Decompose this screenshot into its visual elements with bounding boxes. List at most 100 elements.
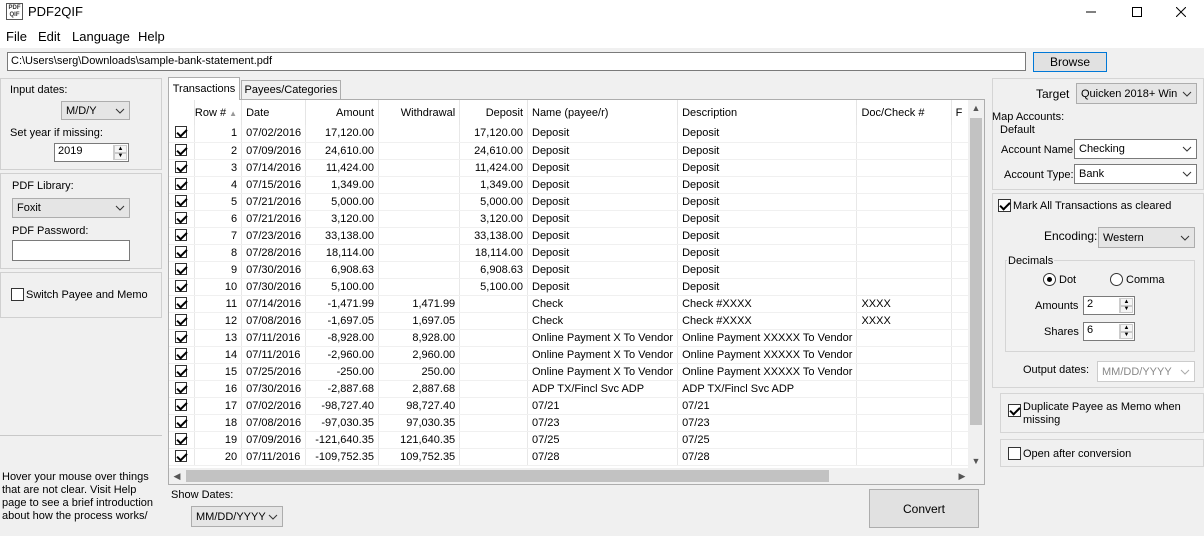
payee-cell[interactable]: Online Payment X To Vendor [527, 363, 679, 381]
payee-cell[interactable]: Deposit [527, 227, 679, 245]
f-cell[interactable] [951, 363, 970, 381]
row-include-checkbox[interactable] [175, 432, 187, 445]
col-row-number[interactable]: Row # ▲ [194, 100, 243, 125]
f-cell[interactable] [951, 295, 970, 313]
description-cell[interactable]: Deposit [677, 261, 858, 279]
amount-cell[interactable]: 17,120.00 [305, 125, 379, 143]
encoding-select[interactable]: Western [1098, 227, 1195, 248]
description-cell[interactable]: Deposit [677, 244, 858, 262]
row-number-cell[interactable]: 13 [194, 329, 243, 347]
withdrawal-cell[interactable] [378, 210, 461, 228]
row-number-cell[interactable]: 15 [194, 363, 243, 381]
description-cell[interactable]: Deposit [677, 125, 858, 143]
row-include-checkbox[interactable] [175, 364, 187, 377]
date-cell[interactable]: 07/30/2016 [241, 380, 307, 398]
amount-cell[interactable]: 33,138.00 [305, 227, 379, 245]
row-number-cell[interactable]: 20 [194, 448, 243, 466]
deposit-cell[interactable] [459, 346, 528, 364]
withdrawal-cell[interactable]: 121,640.35 [378, 431, 461, 449]
doc-check-cell[interactable] [856, 193, 952, 211]
date-cell[interactable]: 07/11/2016 [241, 329, 307, 347]
f-cell[interactable] [951, 142, 970, 160]
deposit-cell[interactable]: 18,114.00 [459, 244, 528, 262]
vertical-scroll-thumb[interactable] [970, 118, 982, 425]
pdf-library-select[interactable]: Foxit [12, 198, 130, 218]
withdrawal-cell[interactable]: 98,727.40 [378, 397, 461, 415]
maximize-button[interactable] [1114, 0, 1160, 24]
payee-cell[interactable]: Online Payment X To Vendor [527, 346, 679, 364]
row-include-checkbox[interactable] [175, 415, 187, 428]
f-cell[interactable] [951, 380, 970, 398]
row-include-checkbox[interactable] [175, 296, 187, 309]
description-cell[interactable]: Deposit [677, 159, 858, 177]
withdrawal-cell[interactable] [378, 142, 461, 160]
deposit-cell[interactable] [459, 295, 528, 313]
date-cell[interactable]: 07/02/2016 [241, 125, 307, 143]
f-cell[interactable] [951, 329, 970, 347]
date-cell[interactable]: 07/21/2016 [241, 210, 307, 228]
row-number-cell[interactable]: 3 [194, 159, 243, 177]
withdrawal-cell[interactable]: 1,697.05 [378, 312, 461, 330]
f-cell[interactable] [951, 312, 970, 330]
description-cell[interactable]: Deposit [677, 210, 858, 228]
withdrawal-cell[interactable] [378, 159, 461, 177]
amount-cell[interactable]: 24,610.00 [305, 142, 379, 160]
amount-cell[interactable]: 6,908.63 [305, 261, 379, 279]
f-cell[interactable] [951, 261, 970, 279]
deposit-cell[interactable]: 11,424.00 [459, 159, 528, 177]
table-row[interactable]: 13 07/11/2016 -8,928.00 8,928.00 Online Paym… [169, 329, 970, 347]
f-cell[interactable] [951, 414, 970, 432]
row-number-cell[interactable]: 12 [194, 312, 243, 330]
withdrawal-cell[interactable]: 97,030.35 [378, 414, 461, 432]
amount-cell[interactable]: -8,928.00 [305, 329, 379, 347]
table-row[interactable]: 14 07/11/2016 -2,960.00 2,960.00 Online Paym… [169, 346, 970, 364]
deposit-cell[interactable] [459, 363, 528, 381]
row-include-checkbox[interactable] [175, 449, 187, 462]
row-include-checkbox[interactable] [175, 177, 187, 190]
f-cell[interactable] [951, 159, 970, 177]
payee-cell[interactable]: Deposit [527, 278, 679, 296]
withdrawal-cell[interactable]: 109,752.35 [378, 448, 461, 466]
f-cell[interactable] [951, 193, 970, 211]
dot-radio[interactable] [1043, 273, 1056, 286]
amount-cell[interactable]: -2,887.68 [305, 380, 379, 398]
row-include-checkbox[interactable] [175, 228, 187, 241]
account-type-select[interactable]: Bank [1074, 164, 1197, 184]
date-cell[interactable]: 07/11/2016 [241, 346, 307, 364]
f-cell[interactable] [951, 346, 970, 364]
table-row[interactable]: 6 07/21/2016 3,120.00 3,120.00 Deposit Deposi… [169, 210, 970, 228]
row-include-checkbox[interactable] [175, 262, 187, 275]
description-cell[interactable]: Online Payment XXXXX To Vendor [677, 346, 858, 364]
scroll-up-icon[interactable]: ▲ [968, 100, 984, 116]
amount-cell[interactable]: -1,471.99 [305, 295, 379, 313]
date-cell[interactable]: 07/30/2016 [241, 278, 307, 296]
payee-cell[interactable]: Online Payment X To Vendor [527, 329, 679, 347]
doc-check-cell[interactable] [856, 125, 952, 143]
withdrawal-cell[interactable] [378, 244, 461, 262]
description-cell[interactable]: Deposit [677, 142, 858, 160]
pdf-password-input[interactable] [12, 240, 130, 261]
show-dates-select[interactable]: MM/DD/YYYY [191, 506, 283, 527]
date-cell[interactable]: 07/09/2016 [241, 142, 307, 160]
deposit-cell[interactable] [459, 312, 528, 330]
payee-cell[interactable]: 07/25 [527, 431, 679, 449]
doc-check-cell[interactable]: XXXX [856, 295, 952, 313]
account-name-select[interactable]: Checking [1074, 139, 1197, 159]
tab-transactions[interactable]: Transactions [168, 77, 240, 100]
date-cell[interactable]: 07/23/2016 [241, 227, 307, 245]
doc-check-cell[interactable]: XXXX [856, 312, 952, 330]
duplicate-payee-checkbox[interactable] [1008, 404, 1021, 417]
row-number-cell[interactable]: 5 [194, 193, 243, 211]
withdrawal-cell[interactable] [378, 125, 461, 143]
f-cell[interactable] [951, 278, 970, 296]
payee-cell[interactable]: 07/28 [527, 448, 679, 466]
row-number-cell[interactable]: 14 [194, 346, 243, 364]
row-include-checkbox[interactable] [175, 279, 187, 292]
withdrawal-cell[interactable]: 2,960.00 [378, 346, 461, 364]
description-cell[interactable]: Check #XXXX [677, 295, 858, 313]
menu-language[interactable]: Language [72, 29, 130, 44]
mark-cleared-checkbox[interactable] [998, 199, 1011, 212]
description-cell[interactable]: Online Payment XXXXX To Vendor [677, 329, 858, 347]
f-cell[interactable] [951, 227, 970, 245]
deposit-cell[interactable]: 17,120.00 [459, 125, 528, 143]
